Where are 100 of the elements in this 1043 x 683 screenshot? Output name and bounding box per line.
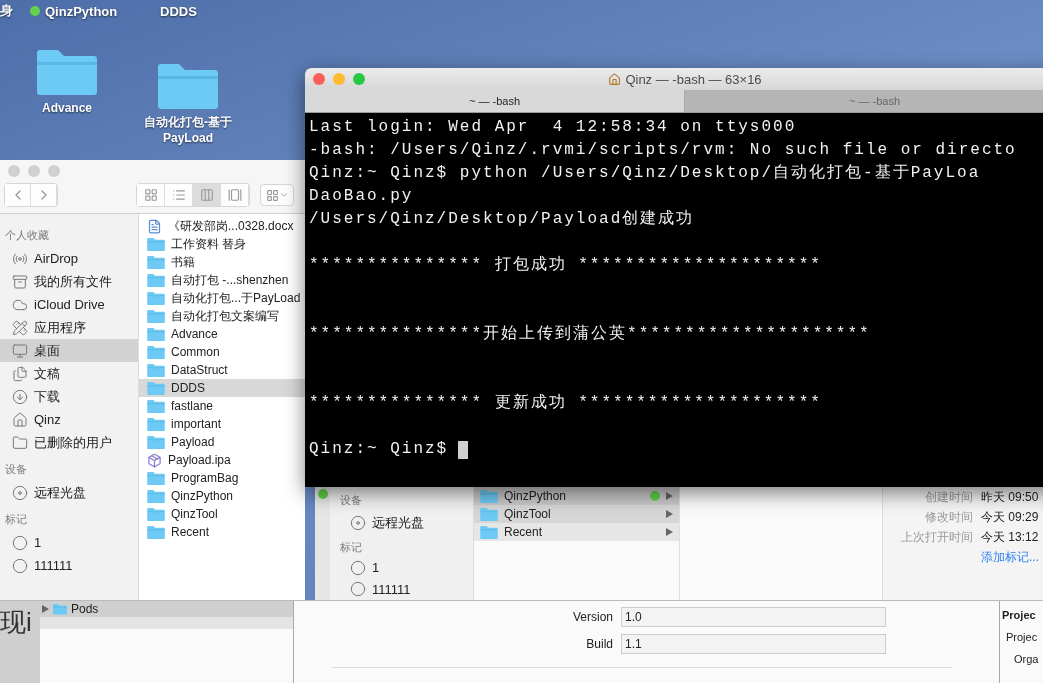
sidebar-item[interactable]: 已删除的用户 <box>0 431 138 454</box>
close-button[interactable] <box>313 73 325 85</box>
gallery-view-icon <box>227 188 242 202</box>
sidebar-heading: 设备 <box>4 462 28 477</box>
sidebar-item[interactable]: 111111 <box>0 554 138 577</box>
file-row[interactable]: QinzTool <box>139 505 305 523</box>
sidebar-item[interactable]: 我的所有文件 <box>0 270 138 293</box>
folder-icon <box>147 255 165 269</box>
field-label: Version <box>571 610 613 624</box>
folder-icon <box>147 309 165 323</box>
add-tags-link[interactable]: 添加标记... <box>981 549 1043 566</box>
info-value: 今天 13:12 <box>981 529 1040 546</box>
file-row[interactable]: Common <box>139 343 305 361</box>
text-cursor <box>458 440 469 459</box>
text-field[interactable]: 1.1 <box>621 634 886 654</box>
file-row[interactable]: DataStruct <box>139 361 305 379</box>
folder-icon <box>147 363 165 377</box>
file-row[interactable]: important <box>139 415 305 433</box>
file-row[interactable]: 自动打包 -...shenzhen <box>139 271 305 289</box>
terminal-line: Last login: Wed Apr 4 12:58:34 on ttys000 <box>309 117 797 138</box>
file-row[interactable]: QinzPython <box>474 487 679 505</box>
terminal-tab[interactable]: ~ — -bash <box>305 90 685 112</box>
sidebar-item[interactable]: 桌面 <box>0 339 138 362</box>
file-row[interactable]: 工作资料 替身 <box>139 235 305 253</box>
window-control-icon[interactable] <box>8 165 20 177</box>
zoom-button[interactable] <box>353 73 365 85</box>
desktop-folder-label[interactable]: Advance <box>15 100 119 116</box>
sidebar-item[interactable]: 下载 <box>0 385 138 408</box>
sidebar-heading: 个人收藏 <box>4 228 50 243</box>
desktop-item-label[interactable]: 身 <box>0 2 30 20</box>
info-value: 今天 09:29 <box>981 509 1040 526</box>
inspector-label: Orga <box>1013 653 1040 665</box>
file-row[interactable]: 《研发部岗...0328.docx <box>139 217 305 235</box>
folder-icon <box>480 489 498 503</box>
tag-circle-icon <box>350 581 366 598</box>
disc-icon <box>12 484 28 501</box>
info-value: 昨天 09:50 <box>981 489 1040 506</box>
terminal-line: /Users/Qinz/Desktop/Payload创建成功 <box>309 209 695 230</box>
list-view-icon <box>171 188 186 202</box>
terminal-prompt: Qinz:~ Qinz$ <box>309 439 449 460</box>
sidebar-heading: 标记 <box>339 539 363 555</box>
desktop-item-label[interactable]: QinzPython <box>30 2 160 20</box>
sidebar-heading: 标记 <box>4 512 28 527</box>
terminal-line: *************** 打包成功 ********************* <box>309 255 822 276</box>
monitor-icon <box>12 342 28 359</box>
terminal-line: -bash: /Users/Qinz/.rvmi/scripts/rvm: No such file or directo <box>309 140 1017 161</box>
file-row[interactable]: Payload <box>139 433 305 451</box>
view-mode-button[interactable] <box>193 184 221 206</box>
disclosure-arrow-icon <box>666 492 673 500</box>
sidebar-item[interactable]: Qinz <box>0 408 138 431</box>
disclosure-arrow-icon <box>666 528 673 536</box>
terminal-line: *************** 更新成功 ********************* <box>309 392 822 414</box>
arrange-button[interactable] <box>260 184 294 206</box>
window-control-icon[interactable] <box>48 165 60 177</box>
inspector-label: Projec <box>1005 631 1039 643</box>
back-button[interactable] <box>5 184 31 206</box>
sidebar-item[interactable]: 1 <box>330 556 473 579</box>
terminal-line: ***************开始上传到蒲公英********************* <box>309 323 871 345</box>
file-row[interactable]: Recent <box>474 523 679 541</box>
terminal-line: DaoBao.py <box>309 186 414 207</box>
file-row[interactable]: 自动化打包...于PayLoad <box>139 289 305 307</box>
file-row[interactable]: fastlane <box>139 397 305 415</box>
desktop-folder-label[interactable]: 自动化打包-基于 PayLoad <box>136 114 240 146</box>
file-row[interactable]: QinzTool <box>474 505 679 523</box>
file-row[interactable]: Payload.ipa <box>139 451 305 469</box>
desktop-item-label[interactable]: DDDS <box>160 2 260 20</box>
file-row[interactable]: 自动化打包文案编写 <box>139 307 305 325</box>
file-row[interactable]: Recent <box>139 523 305 541</box>
text-field[interactable]: 1.0 <box>621 607 886 627</box>
folder-icon <box>147 399 165 413</box>
tag-circle-icon <box>350 559 366 576</box>
minimize-button[interactable] <box>333 73 345 85</box>
tag-circle-icon <box>12 534 28 551</box>
view-mode-button[interactable] <box>137 184 165 206</box>
navigator-row[interactable]: Pods <box>40 601 293 617</box>
folder-icon <box>480 507 498 521</box>
folder-alias-icon <box>147 237 165 251</box>
window-control-icon[interactable] <box>28 165 40 177</box>
sidebar-item[interactable]: 远程光盘 <box>330 512 473 534</box>
large-text: 现i <box>0 606 33 639</box>
document-icon <box>147 218 162 234</box>
file-row[interactable]: 书籍 <box>139 253 305 271</box>
info-label: 修改时间 <box>924 509 973 526</box>
terminal-line: Qinz:~ Qinz$ python /Users/Qinz/Desktop/自动化打包-基于PayLoa <box>309 163 981 184</box>
sidebar-item[interactable]: iCloud Drive <box>0 293 138 316</box>
file-row[interactable]: DDDS <box>139 379 305 397</box>
folder-icon <box>147 489 165 503</box>
file-row[interactable]: QinzPython <box>139 487 305 505</box>
sidebar-item[interactable]: 1 <box>0 531 138 554</box>
sidebar-item[interactable]: 应用程序 <box>0 316 138 339</box>
info-label: 上次打开时间 <box>900 529 973 546</box>
sidebar-item[interactable]: 文稿 <box>0 362 138 385</box>
folder-icon <box>480 525 498 539</box>
folder-icon <box>147 345 165 359</box>
file-row[interactable]: Advance <box>139 325 305 343</box>
package-icon <box>147 452 162 468</box>
sidebar-item[interactable]: AirDrop <box>0 247 138 270</box>
sidebar-item[interactable]: 远程光盘 <box>0 481 138 504</box>
file-row[interactable]: ProgramBag <box>139 469 305 487</box>
sidebar-item[interactable]: 111111 <box>330 578 473 600</box>
